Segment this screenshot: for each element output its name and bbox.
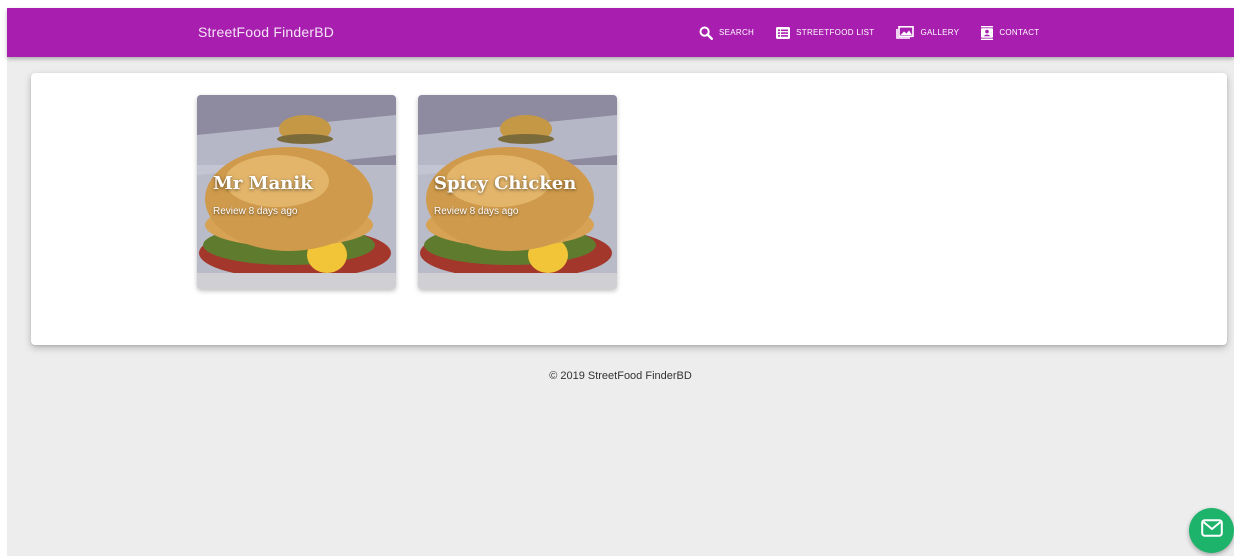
food-card-title: Spicy Chicken bbox=[434, 173, 577, 194]
nav-contact-label: CONTACT bbox=[999, 28, 1040, 37]
footer-copyright: © 2019 StreetFood FinderBD bbox=[549, 370, 692, 382]
food-card-title: Mr Manik bbox=[213, 173, 313, 194]
nav-gallery-label: GALLERY bbox=[920, 28, 960, 37]
nav-streetfood-list[interactable]: STREETFOOD LIST bbox=[776, 26, 875, 39]
food-card[interactable]: Mr Manik Review 8 days ago bbox=[197, 95, 396, 289]
nav-streetfood-list-label: STREETFOOD LIST bbox=[796, 28, 875, 37]
mail-icon bbox=[1200, 519, 1223, 542]
food-card[interactable]: Spicy Chicken Review 8 days ago bbox=[418, 95, 617, 289]
list-icon bbox=[776, 26, 791, 39]
nav-contact[interactable]: CONTACT bbox=[981, 25, 1040, 40]
brand-link[interactable]: StreetFood FinderBD bbox=[198, 8, 334, 57]
top-navbar: StreetFood FinderBD SEARCH STREETFOOD LI… bbox=[7, 8, 1234, 57]
nav-search-label: SEARCH bbox=[719, 28, 755, 37]
nav-links: SEARCH STREETFOOD LIST GALLERY CONTACT bbox=[699, 8, 1061, 57]
gallery-icon bbox=[896, 26, 915, 39]
mail-fab-button[interactable] bbox=[1189, 508, 1234, 553]
search-icon bbox=[699, 26, 713, 40]
food-card-subtitle: Review 8 days ago bbox=[213, 206, 298, 217]
food-cards-panel: Mr Manik Review 8 days ago Spicy Chicken… bbox=[31, 73, 1227, 345]
nav-search[interactable]: SEARCH bbox=[699, 26, 754, 40]
contact-icon bbox=[981, 25, 994, 40]
food-card-subtitle: Review 8 days ago bbox=[434, 206, 519, 217]
nav-gallery[interactable]: GALLERY bbox=[896, 26, 959, 39]
